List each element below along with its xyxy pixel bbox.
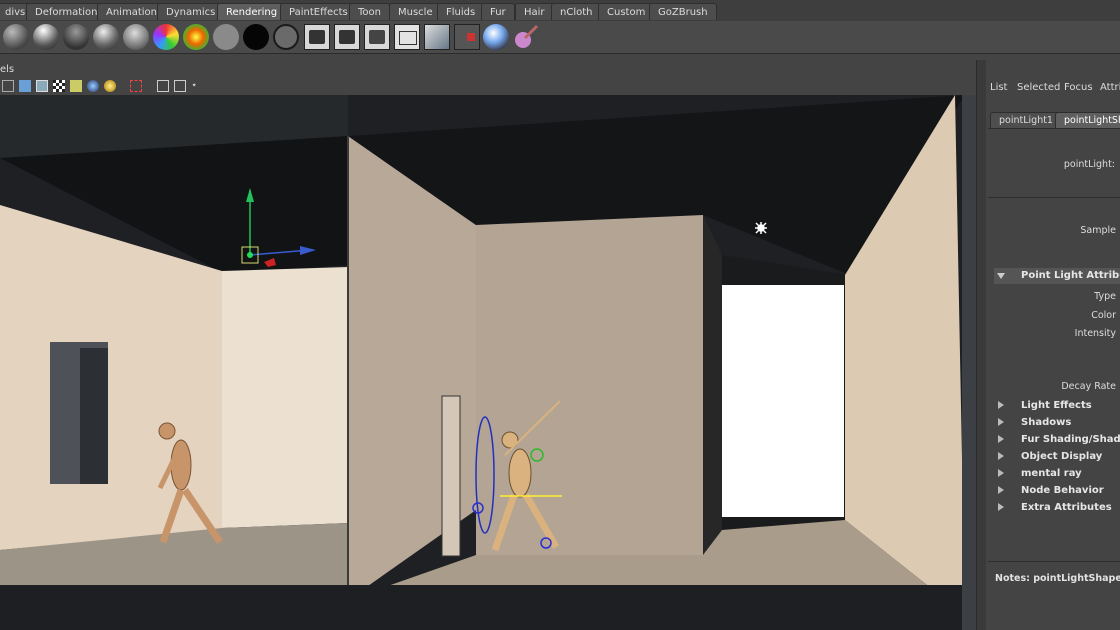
bright-opening	[722, 285, 844, 517]
ae-menu-list[interactable]: List	[990, 82, 1007, 93]
shelf-tab-dynamics[interactable]: Dynamics	[157, 3, 225, 20]
collapsed-arrow-icon	[998, 401, 1004, 409]
attribute-editor: List Selected Focus Attri pointLight1 po…	[986, 60, 1120, 630]
shelf-tab-deformation[interactable]: Deformation	[26, 3, 107, 20]
decay-rate-label: Decay Rate	[1061, 381, 1116, 392]
paint-brush-icon[interactable]	[513, 24, 539, 50]
ramp-material-icon[interactable]	[183, 24, 209, 50]
shelf-tab-toon[interactable]: Toon	[349, 3, 390, 20]
shelf-tab-hair[interactable]: Hair	[515, 3, 554, 20]
shelf-tab-painteffects[interactable]: PaintEffects	[280, 3, 357, 20]
ae-menu-attributes[interactable]: Attri	[1100, 82, 1120, 93]
wireframe-on-shaded-icon[interactable]	[36, 80, 48, 92]
area-light-icon[interactable]	[123, 24, 149, 50]
share-icon[interactable]: ⋆	[191, 80, 203, 92]
spot-light-icon[interactable]	[93, 24, 119, 50]
outline-swatch-icon[interactable]	[273, 24, 299, 50]
section-fur-shading[interactable]: Fur Shading/Shadow	[994, 432, 1120, 448]
black-swatch-icon[interactable]	[243, 24, 269, 50]
panel-menu-bar: els	[0, 60, 976, 78]
collapsed-arrow-icon	[998, 452, 1004, 460]
tab-pointlightshape[interactable]: pointLightSha	[1055, 112, 1120, 128]
render-icon[interactable]	[304, 24, 330, 50]
shelf-tab-fluids[interactable]: Fluids	[437, 3, 485, 20]
all-lights-icon[interactable]	[104, 80, 116, 92]
directional-light-icon[interactable]	[33, 24, 59, 50]
expanded-arrow-icon	[997, 273, 1005, 279]
lighting-icon[interactable]	[70, 80, 82, 92]
ae-menu-selected[interactable]: Selected	[1017, 82, 1060, 93]
xray-icon[interactable]	[157, 80, 169, 92]
sphere-map-icon[interactable]	[483, 24, 509, 50]
color-label: Color	[1091, 310, 1116, 321]
xray-joints-icon[interactable]	[174, 80, 186, 92]
collapsed-arrow-icon	[998, 435, 1004, 443]
notes-separator	[988, 561, 1120, 562]
attribute-area: pointLight: Sample Point Light Attribute…	[988, 128, 1120, 629]
hypershade-icon[interactable]	[424, 24, 450, 50]
texture-icon[interactable]	[53, 80, 65, 92]
intensity-label: Intensity	[1074, 328, 1116, 339]
section-shadows[interactable]: Shadows	[994, 415, 1120, 431]
section-object-display[interactable]: Object Display	[994, 449, 1120, 465]
batch-render-icon[interactable]	[364, 24, 390, 50]
collapsed-arrow-icon	[998, 418, 1004, 426]
3d-viewport[interactable]	[0, 95, 976, 630]
section-mental-ray[interactable]: mental ray	[994, 466, 1120, 482]
shelf-tab-animation[interactable]: Animation	[97, 3, 166, 20]
tab-pointlight1[interactable]: pointLight1	[990, 112, 1062, 128]
shelf-tab-custom[interactable]: Custom	[598, 3, 655, 20]
point-light-icon-in-scene[interactable]	[755, 222, 767, 234]
node-type-label: pointLight:	[1063, 159, 1115, 170]
wireframe-cube-icon[interactable]	[2, 80, 14, 92]
isolate-select-icon[interactable]	[130, 80, 142, 92]
section-light-effects[interactable]: Light Effects	[994, 398, 1120, 414]
viewport-scene[interactable]	[0, 95, 976, 630]
doorway	[441, 395, 461, 557]
shelf-tab-gozbrush[interactable]: GoZBrush	[649, 3, 717, 20]
render-view-icon[interactable]	[394, 24, 420, 50]
sample-label: Sample	[1080, 225, 1116, 236]
ambient-light-icon[interactable]	[3, 24, 29, 50]
section-extra-attributes[interactable]: Extra Attributes	[994, 500, 1120, 516]
render-layer-icon[interactable]	[454, 24, 480, 50]
shelf-tab-fur[interactable]: Fur	[481, 3, 515, 20]
type-label: Type	[1094, 291, 1116, 302]
smooth-shade-icon[interactable]	[19, 80, 31, 92]
shelf-tab-rendering[interactable]: Rendering	[217, 3, 287, 20]
left-window-shadow	[80, 348, 108, 484]
scene-bottom-shadow	[0, 585, 976, 630]
collapsed-arrow-icon	[998, 503, 1004, 511]
collapsed-arrow-icon	[998, 486, 1004, 494]
blinn-material-icon[interactable]	[153, 24, 179, 50]
wall-edge-dark	[703, 215, 722, 555]
panels-menu[interactable]: els	[0, 64, 14, 75]
shelf-tab-muscle[interactable]: Muscle	[389, 3, 442, 20]
section-point-light-attributes[interactable]: Point Light Attribute	[994, 268, 1120, 284]
panel-toolbar: ⋆	[0, 78, 976, 95]
viewport-right-edge	[962, 95, 976, 630]
grey-swatch-icon[interactable]	[213, 24, 239, 50]
rendering-shelf	[0, 21, 1120, 54]
ipr-render-icon[interactable]	[334, 24, 360, 50]
separator	[988, 197, 1120, 198]
point-light-icon[interactable]	[63, 24, 89, 50]
collapsed-arrow-icon	[998, 469, 1004, 477]
shelf-tab-bar: divs Deformation Animation Dynamics Rend…	[0, 0, 1120, 22]
shelf-tab-ncloth[interactable]: nCloth	[551, 3, 602, 20]
ae-menu-focus[interactable]: Focus	[1064, 82, 1093, 93]
notes-label: Notes: pointLightShape1	[995, 573, 1120, 584]
left-back-wall	[222, 267, 348, 528]
shadows-icon[interactable]	[87, 80, 99, 92]
section-node-behavior[interactable]: Node Behavior	[994, 483, 1120, 499]
